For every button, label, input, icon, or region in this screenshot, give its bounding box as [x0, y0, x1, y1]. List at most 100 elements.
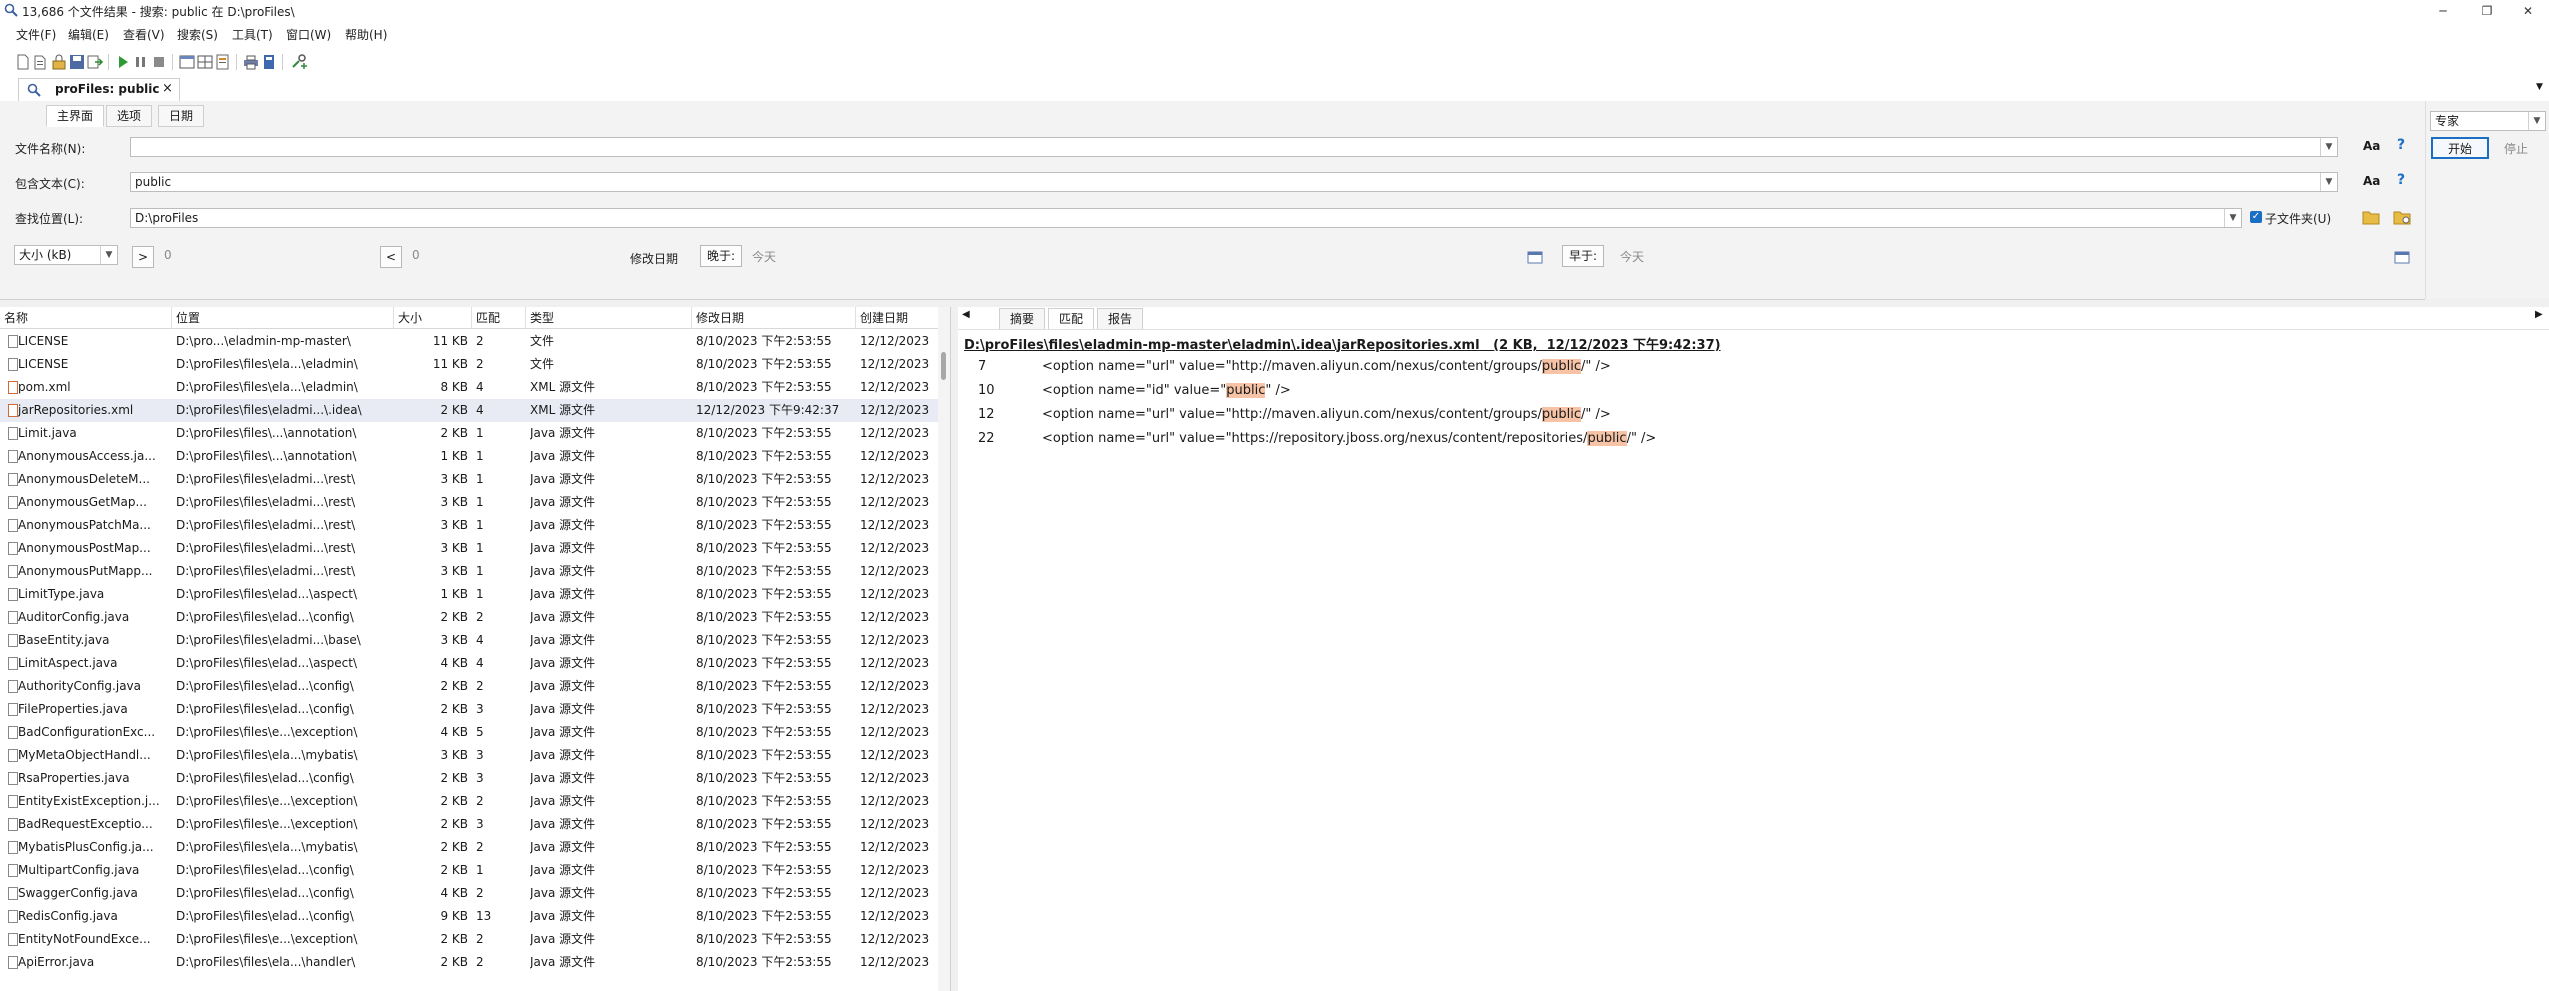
table-row[interactable]: BadRequestExceptio... D:\proFiles\files\e… — [0, 813, 940, 836]
chevron-down-icon[interactable]: ▼ — [2224, 209, 2241, 227]
menu-edit[interactable]: 编辑(E) — [68, 26, 109, 43]
later-than-button[interactable]: 晚于: — [700, 245, 742, 267]
modified-date-select[interactable]: 修改日期 — [630, 250, 678, 267]
calendar-icon[interactable] — [2394, 250, 2410, 264]
menu-search[interactable]: 搜索(S) — [177, 26, 218, 43]
max-size-input[interactable]: 0 — [412, 248, 420, 262]
menu-window[interactable]: 窗口(W) — [286, 26, 331, 43]
table-row[interactable]: MybatisPlusConfig.ja... D:\proFiles\files… — [0, 836, 940, 859]
grid-view-icon[interactable] — [196, 53, 214, 71]
match-line[interactable]: <option name="url" value="http://maven.a… — [1042, 407, 1611, 422]
run-icon[interactable] — [114, 53, 132, 71]
open-lock-icon[interactable] — [50, 53, 68, 71]
tab-options[interactable]: 选项 — [106, 105, 153, 127]
results-scrollbar[interactable] — [938, 307, 950, 991]
filename-input[interactable]: ▼ — [130, 137, 2338, 157]
folder-options-icon[interactable] — [2393, 209, 2411, 225]
table-row[interactable]: MyMetaObjectHandl... D:\proFiles\files\el… — [0, 744, 940, 767]
chevron-down-icon[interactable]: ▼ — [2528, 112, 2545, 130]
table-row[interactable]: BaseEntity.java D:\proFiles\files\eladmi.… — [0, 629, 940, 652]
stop-button[interactable]: 停止 — [2504, 140, 2528, 157]
table-row[interactable]: FileProperties.java D:\proFiles\files\ela… — [0, 698, 940, 721]
close-tab-icon[interactable]: × — [162, 81, 173, 96]
table-row[interactable]: Limit.java D:\proFiles\files\...\annotati… — [0, 422, 940, 445]
report-icon[interactable] — [214, 53, 232, 71]
chevron-down-icon[interactable]: ▼ — [2320, 138, 2337, 156]
new-template-icon[interactable] — [32, 53, 50, 71]
help-icon[interactable]: ? — [2397, 172, 2405, 188]
table-row[interactable]: LimitAspect.java D:\proFiles\files\elad..… — [0, 652, 940, 675]
table-row[interactable]: ApiError.java D:\proFiles\files\ela...\ha… — [0, 951, 940, 974]
location-input[interactable]: D:\proFiles ▼ — [130, 208, 2242, 228]
tab-report[interactable]: 报告 — [1097, 308, 1144, 330]
maximize-icon[interactable]: ❐ — [2464, 0, 2510, 22]
scroll-right-icon[interactable]: ▶ — [2535, 309, 2543, 320]
earlier-than-button[interactable]: 早于: — [1562, 245, 1604, 267]
export-icon[interactable] — [86, 53, 104, 71]
menu-file[interactable]: 文件(F) — [16, 26, 56, 43]
match-line[interactable]: <option name="url" value="http://maven.a… — [1042, 359, 1611, 374]
menu-tools[interactable]: 工具(T) — [232, 26, 273, 43]
match-case-icon[interactable]: Aa — [2363, 174, 2380, 188]
calendar-icon[interactable] — [1527, 250, 1543, 264]
table-row[interactable]: RedisConfig.java D:\proFiles\files\elad..… — [0, 905, 940, 928]
save-icon[interactable] — [68, 53, 86, 71]
mode-select[interactable]: 专家 ▼ — [2430, 111, 2546, 131]
table-row[interactable]: SwaggerConfig.java D:\proFiles\files\elad… — [0, 882, 940, 905]
earlier-than-date[interactable]: 今天 — [1620, 248, 1644, 265]
column-header-size[interactable]: 大小 — [394, 307, 472, 329]
chevron-down-icon[interactable]: ▼ — [2536, 82, 2543, 92]
size-unit-select[interactable]: 大小 (kB) ▼ — [14, 245, 118, 265]
table-row[interactable]: AnonymousPatchMa... D:\proFiles\files\ela… — [0, 514, 940, 537]
greater-than-button[interactable]: > — [132, 246, 154, 268]
table-row[interactable]: jarRepositories.xml D:\proFiles\files\ela… — [0, 399, 940, 422]
pause-icon[interactable] — [132, 53, 150, 71]
column-header-name[interactable]: 名称 — [0, 307, 172, 329]
minimize-icon[interactable]: ─ — [2420, 0, 2466, 22]
tab-main[interactable]: 主界面 — [46, 105, 105, 127]
column-header-matches[interactable]: 匹配 — [472, 307, 526, 329]
chevron-down-icon[interactable]: ▼ — [2320, 173, 2337, 191]
less-than-button[interactable]: < — [380, 246, 402, 268]
later-than-date[interactable]: 今天 — [752, 248, 776, 265]
table-row[interactable]: LimitType.java D:\proFiles\files\elad...\… — [0, 583, 940, 606]
table-row[interactable]: AnonymousDeleteM... D:\proFiles\files\ela… — [0, 468, 940, 491]
match-line[interactable]: <option name="id" value="public" /> — [1042, 383, 1291, 398]
table-row[interactable]: BadConfigurationExc... D:\proFiles\files\… — [0, 721, 940, 744]
column-header-modified[interactable]: 修改日期 — [692, 307, 856, 329]
new-file-icon[interactable] — [14, 53, 32, 71]
layout-icon[interactable] — [178, 53, 196, 71]
table-row[interactable]: LICENSE D:\proFiles\files\ela...\eladmin\… — [0, 353, 940, 376]
min-size-input[interactable]: 0 — [164, 248, 172, 262]
table-row[interactable]: RsaProperties.java D:\proFiles\files\elad… — [0, 767, 940, 790]
menu-help[interactable]: 帮助(H) — [345, 26, 387, 43]
table-row[interactable]: AuthorityConfig.java D:\proFiles\files\el… — [0, 675, 940, 698]
column-header-location[interactable]: 位置 — [172, 307, 394, 329]
print-icon[interactable] — [242, 53, 260, 71]
subfolders-checkbox[interactable]: ✓ — [2250, 211, 2262, 223]
menu-view[interactable]: 查看(V) — [123, 26, 165, 43]
table-row[interactable]: AnonymousGetMap... D:\proFiles\files\elad… — [0, 491, 940, 514]
table-row[interactable]: LICENSE D:\pro...\eladmin-mp-master\ 11 KB… — [0, 330, 940, 353]
tab-date[interactable]: 日期 — [158, 105, 205, 127]
table-row[interactable]: pom.xml D:\proFiles\files\ela...\eladmin\… — [0, 376, 940, 399]
table-row[interactable]: AnonymousPostMap... D:\proFiles\files\ela… — [0, 537, 940, 560]
table-row[interactable]: EntityExistException.j... D:\proFiles\fil… — [0, 790, 940, 813]
preview-file-path[interactable]: D:\proFiles\files\eladmin-mp-master\elad… — [964, 338, 1480, 353]
tab-summary[interactable]: 摘要 — [999, 308, 1046, 330]
start-button[interactable]: 开始 — [2431, 137, 2489, 159]
table-row[interactable]: AnonymousAccess.ja... D:\proFiles\files\.… — [0, 445, 940, 468]
table-row[interactable]: AnonymousPutMapp... D:\proFiles\files\ela… — [0, 560, 940, 583]
chevron-down-icon[interactable]: ▼ — [100, 246, 117, 264]
scroll-left-icon[interactable]: ◀ — [962, 309, 970, 320]
table-row[interactable]: AuditorConfig.java D:\proFiles\files\elad… — [0, 606, 940, 629]
match-case-icon[interactable]: Aa — [2363, 139, 2380, 153]
tab-matches[interactable]: 匹配 — [1048, 308, 1095, 330]
close-window-icon[interactable]: ✕ — [2505, 0, 2549, 22]
preview-file-header[interactable]: D:\proFiles\files\eladmin-mp-master\elad… — [964, 334, 1721, 353]
table-row[interactable]: MultipartConfig.java D:\proFiles\files\el… — [0, 859, 940, 882]
book-icon[interactable] — [260, 53, 278, 71]
column-header-type[interactable]: 类型 — [526, 307, 692, 329]
tab-profiles-public[interactable]: proFiles: public × — [18, 78, 180, 101]
help-icon[interactable]: ? — [2397, 137, 2405, 153]
